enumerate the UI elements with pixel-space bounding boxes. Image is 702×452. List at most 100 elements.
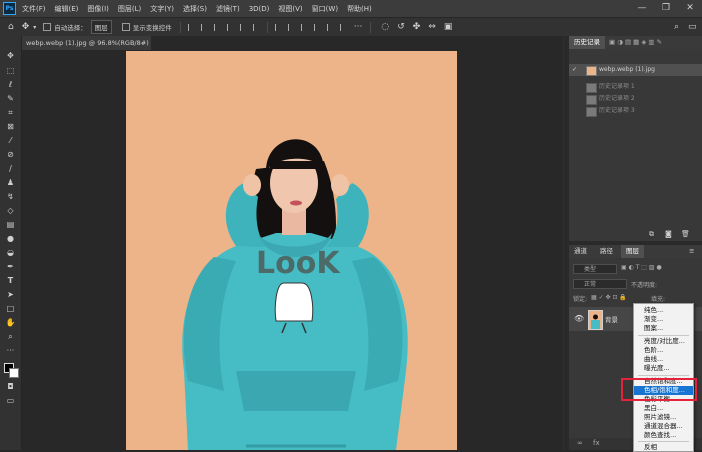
layer-filter-kind[interactable]: 类型: [573, 264, 617, 274]
restore-icon[interactable]: ❐: [654, 0, 678, 17]
healing-brush-tool-icon[interactable]: ⊘: [5, 149, 16, 160]
close-icon[interactable]: ✕: [678, 0, 702, 17]
move-tool-icon[interactable]: ✥: [22, 22, 30, 32]
menu-layer[interactable]: 图层(L): [118, 4, 141, 14]
3d-scale-icon[interactable]: ▣: [444, 22, 453, 32]
align-right-icon[interactable]: [213, 23, 221, 31]
distribute-center-icon[interactable]: [287, 23, 295, 31]
menu-file[interactable]: 文件(F): [22, 4, 46, 14]
3d-rotate-icon[interactable]: ↺: [397, 22, 405, 32]
history-snapshot[interactable]: ✓ webp.webp (1).jpg: [569, 64, 702, 76]
menu-item-solid-color[interactable]: 纯色...: [634, 306, 693, 315]
path-select-tool-icon[interactable]: ➤: [5, 289, 16, 300]
quick-select-tool-icon[interactable]: ✎: [5, 93, 16, 104]
3d-slide-icon[interactable]: ⇔: [428, 22, 436, 32]
frame-tool-icon[interactable]: ⊠: [5, 121, 16, 132]
hand-tool-icon[interactable]: ✋: [5, 317, 16, 328]
search-icon[interactable]: ⌕: [674, 22, 679, 32]
align-bottom-icon[interactable]: [252, 23, 260, 31]
menu-item-brightness-contrast[interactable]: 亮度/对比度...: [634, 337, 693, 346]
photoshop-logo-icon[interactable]: Ps: [3, 2, 16, 15]
distribute-right-icon[interactable]: [300, 23, 308, 31]
tool-preset-chevron-icon[interactable]: ▾: [33, 24, 36, 31]
history-item[interactable]: 历史记录项 1: [569, 81, 702, 93]
history-brush-source-icon[interactable]: ✓: [572, 64, 577, 76]
menu-edit[interactable]: 编辑(E): [55, 4, 79, 14]
lasso-tool-icon[interactable]: ℓ: [5, 79, 16, 90]
new-document-icon[interactable]: ⧉: [649, 230, 654, 239]
blur-tool-icon[interactable]: ●: [5, 233, 16, 244]
menu-help[interactable]: 帮助(H): [347, 4, 372, 14]
layer-filter-icons[interactable]: ▣ ◐ T ⬚ ▨ ●: [621, 264, 662, 271]
edit-toolbar-icon[interactable]: ···: [5, 345, 16, 356]
gradient-tool-icon[interactable]: ▤: [5, 219, 16, 230]
distribute-top-icon[interactable]: [313, 23, 321, 31]
eraser-tool-icon[interactable]: ◇: [5, 205, 16, 216]
menu-item-channel-mixer[interactable]: 通道混合器...: [634, 422, 693, 431]
menu-view[interactable]: 视图(V): [278, 4, 302, 14]
document-tab[interactable]: webp.webp (1).jpg @ 96.8%(RGB/8#) * ×: [22, 36, 151, 50]
tab-paths[interactable]: 路径: [595, 245, 618, 258]
lock-icons[interactable]: ▦ ✓ ✥ ⊡ 🔒: [591, 294, 627, 301]
tab-channels[interactable]: 通道: [569, 245, 592, 258]
dodge-tool-icon[interactable]: ◒: [5, 247, 16, 258]
marquee-tool-icon[interactable]: ⬚: [5, 65, 16, 76]
panel-menu-icon[interactable]: ≡: [689, 245, 694, 258]
tab-history[interactable]: 历史记录: [569, 36, 605, 49]
history-item[interactable]: 历史记录项 2: [569, 93, 702, 105]
zoom-tool-icon[interactable]: ⌕: [5, 331, 16, 342]
distribute-bottom-icon[interactable]: [339, 23, 347, 31]
menu-window[interactable]: 窗口(W): [312, 4, 338, 14]
history-brush-tool-icon[interactable]: ↯: [5, 191, 16, 202]
pen-tool-icon[interactable]: ✒: [5, 261, 16, 272]
fx-icon[interactable]: fx: [593, 439, 600, 447]
history-item[interactable]: 历史记录项 3: [569, 105, 702, 117]
screen-mode-icon[interactable]: ▭: [5, 395, 16, 406]
workspace-icon[interactable]: ▭: [688, 22, 697, 32]
menu-item-color-lookup[interactable]: 颜色查找...: [634, 431, 693, 440]
menu-image[interactable]: 图像(I): [87, 4, 109, 14]
menu-item-photo-filter[interactable]: 照片滤镜...: [634, 413, 693, 422]
show-transform-checkbox[interactable]: [121, 23, 130, 31]
distribute-middle-icon[interactable]: [326, 23, 334, 31]
snapshot-icon[interactable]: ◙: [665, 230, 672, 238]
menu-item-exposure[interactable]: 曝光度...: [634, 364, 693, 373]
quick-mask-icon[interactable]: ◘: [5, 381, 16, 392]
menu-item-black-white[interactable]: 黑白...: [634, 404, 693, 413]
home-icon[interactable]: ⌂: [8, 22, 14, 32]
move-tool-icon[interactable]: ✥: [5, 50, 16, 61]
auto-select-checkbox[interactable]: [43, 23, 52, 31]
delete-icon[interactable]: 🗑: [681, 230, 690, 238]
menu-type[interactable]: 文字(Y): [150, 4, 174, 14]
clone-stamp-tool-icon[interactable]: ♟: [5, 177, 16, 188]
image-canvas[interactable]: LooK: [126, 51, 457, 450]
3d-mode-icon[interactable]: ◌: [381, 22, 389, 32]
align-vcenter-icon[interactable]: [239, 23, 247, 31]
background-color-swatch[interactable]: [9, 368, 19, 378]
blend-mode-select[interactable]: 正常: [573, 279, 627, 289]
align-top-icon[interactable]: [226, 23, 234, 31]
align-left-icon[interactable]: [187, 23, 195, 31]
align-hcenter-icon[interactable]: [200, 23, 208, 31]
eye-icon[interactable]: 👁: [574, 314, 584, 323]
minimize-icon[interactable]: —: [630, 0, 654, 17]
menu-item-curves[interactable]: 曲线...: [634, 355, 693, 364]
menu-item-levels[interactable]: 色阶...: [634, 346, 693, 355]
type-tool-icon[interactable]: T: [5, 275, 16, 286]
menu-select[interactable]: 选择(S): [183, 4, 207, 14]
rectangle-tool-icon[interactable]: □: [5, 303, 16, 314]
link-layers-icon[interactable]: ∞: [577, 439, 583, 447]
menu-item-gradient[interactable]: 渐变...: [634, 315, 693, 324]
menu-item-pattern[interactable]: 图案...: [634, 324, 693, 333]
menu-item-invert[interactable]: 反相: [634, 443, 693, 452]
auto-select-dropdown[interactable]: 图层: [90, 20, 112, 34]
brush-tool-icon[interactable]: ∕: [5, 163, 16, 174]
menu-3d[interactable]: 3D(D): [249, 5, 270, 13]
distribute-left-icon[interactable]: [274, 23, 282, 31]
menu-filter[interactable]: 滤镜(T): [216, 4, 240, 14]
tab-layers[interactable]: 图层: [621, 245, 644, 258]
eyedropper-tool-icon[interactable]: ⁄: [5, 135, 16, 146]
crop-tool-icon[interactable]: ⌗: [5, 107, 16, 118]
more-options-icon[interactable]: ···: [354, 22, 363, 32]
3d-pan-icon[interactable]: ✤: [413, 22, 421, 32]
